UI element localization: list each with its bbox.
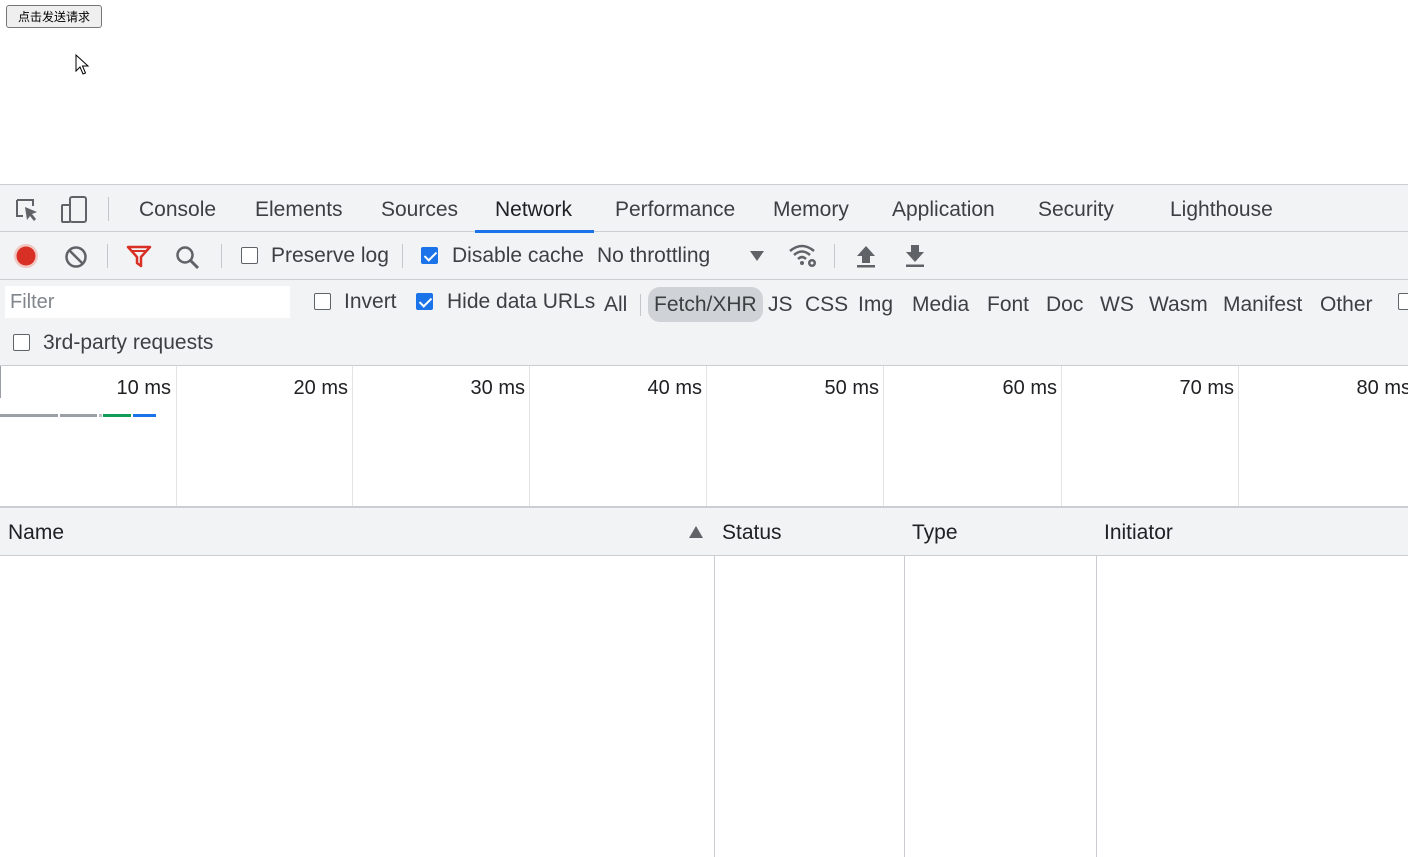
preserve-log-checkbox[interactable] <box>241 247 258 264</box>
filter-icon[interactable] <box>126 245 152 269</box>
tab-network[interactable]: Network <box>474 185 595 233</box>
time-tick: 40 ms <box>647 377 702 399</box>
column-divider <box>904 508 905 857</box>
timeline-overview[interactable]: 10 ms 20 ms 30 ms 40 ms 50 ms 60 ms 70 m… <box>0 366 1408 508</box>
time-tick: 20 ms <box>293 377 348 399</box>
time-tick: 60 ms <box>1002 377 1057 399</box>
send-request-button[interactable]: 点击发送请求 <box>6 5 102 28</box>
network-toolbar: Preserve log Disable cache No throttling <box>0 232 1408 280</box>
toolbar-separator <box>107 244 108 268</box>
grid-line <box>176 366 177 506</box>
toolbar-separator <box>834 244 835 268</box>
tab-security[interactable]: Security <box>1038 185 1114 232</box>
grid-line <box>1238 366 1239 506</box>
grid-line <box>352 366 353 506</box>
column-header-initiator[interactable]: Initiator <box>1096 508 1408 555</box>
time-tick: 30 ms <box>470 377 525 399</box>
search-icon[interactable] <box>175 245 201 271</box>
preserve-log-label: Preserve log <box>271 244 389 267</box>
import-har-icon[interactable] <box>855 244 877 268</box>
third-party-label: 3rd-party requests <box>43 331 214 354</box>
filter-separator <box>640 294 641 316</box>
tab-application[interactable]: Application <box>892 185 995 232</box>
network-conditions-icon[interactable] <box>787 242 819 270</box>
column-header-type[interactable]: Type <box>904 508 1096 555</box>
invert-checkbox[interactable] <box>314 293 331 310</box>
toolbar-separator <box>402 244 403 268</box>
hide-data-urls-label: Hide data URLs <box>447 290 596 313</box>
type-filter-ws[interactable]: WS <box>1100 287 1134 322</box>
column-divider <box>1096 508 1097 857</box>
grid-line <box>883 366 884 506</box>
grid-line <box>1061 366 1062 506</box>
time-tick: 70 ms <box>1179 377 1234 399</box>
tab-memory[interactable]: Memory <box>773 185 849 232</box>
third-party-checkbox[interactable] <box>13 334 30 351</box>
clear-icon[interactable] <box>64 245 88 269</box>
toolbar-separator <box>221 244 222 268</box>
sort-ascending-icon <box>689 526 703 538</box>
type-filter-font[interactable]: Font <box>987 287 1029 322</box>
tabbar-separator <box>108 197 109 221</box>
devtools-panel: Console Elements Sources Network Perform… <box>0 184 1408 857</box>
timeline-cursor <box>0 366 1 398</box>
export-har-icon[interactable] <box>904 244 926 268</box>
type-filter-all[interactable]: All <box>604 287 627 322</box>
type-filter-css[interactable]: CSS <box>805 287 848 322</box>
grid-line <box>706 366 707 506</box>
time-tick: 10 ms <box>116 377 171 399</box>
hide-data-urls-checkbox[interactable] <box>416 293 433 310</box>
tab-elements[interactable]: Elements <box>255 185 343 232</box>
disable-cache-label: Disable cache <box>452 244 584 267</box>
blocked-requests-checkbox[interactable] <box>1398 293 1408 310</box>
tab-sources[interactable]: Sources <box>381 185 458 232</box>
type-filter-manifest[interactable]: Manifest <box>1223 287 1302 322</box>
type-filter-media[interactable]: Media <box>912 287 969 322</box>
waterfall-stalled-segment <box>60 414 97 417</box>
type-filter-other[interactable]: Other <box>1320 287 1373 322</box>
devtools-tabbar: Console Elements Sources Network Perform… <box>0 184 1408 233</box>
invert-label: Invert <box>344 290 397 313</box>
inspect-element-icon[interactable] <box>14 197 40 223</box>
type-filter-wasm[interactable]: Wasm <box>1149 287 1208 322</box>
table-header: Name Status Type Initiator <box>0 508 1408 556</box>
requests-table: Name Status Type Initiator <box>0 508 1408 857</box>
chevron-down-icon[interactable] <box>749 250 765 262</box>
type-filter-js[interactable]: JS <box>768 287 793 322</box>
type-filter-doc[interactable]: Doc <box>1046 287 1083 322</box>
waterfall-download-segment <box>133 414 156 417</box>
time-tick: 80 ms <box>1356 377 1408 399</box>
record-icon[interactable] <box>13 243 39 269</box>
waterfall-request-segment <box>99 414 102 417</box>
device-toolbar-icon[interactable] <box>60 196 90 224</box>
throttling-select[interactable]: No throttling <box>597 244 710 268</box>
tab-performance[interactable]: Performance <box>615 185 735 232</box>
tab-console[interactable]: Console <box>139 185 216 232</box>
filter-bar: Invert Hide data URLs All Fetch/XHR JS C… <box>0 280 1408 366</box>
column-header-name[interactable]: Name <box>0 508 714 555</box>
filter-input[interactable] <box>5 286 290 318</box>
waterfall-queueing-segment <box>0 414 58 417</box>
grid-line <box>529 366 530 506</box>
mouse-cursor-icon <box>75 54 90 75</box>
tab-lighthouse[interactable]: Lighthouse <box>1170 185 1273 232</box>
disable-cache-checkbox[interactable] <box>421 247 438 264</box>
time-tick: 50 ms <box>824 377 879 399</box>
type-filter-img[interactable]: Img <box>858 287 893 322</box>
column-divider <box>714 508 715 857</box>
type-filter-fetch-xhr[interactable]: Fetch/XHR <box>648 287 763 322</box>
waterfall-waiting-segment <box>103 414 131 417</box>
column-header-status[interactable]: Status <box>714 508 904 555</box>
